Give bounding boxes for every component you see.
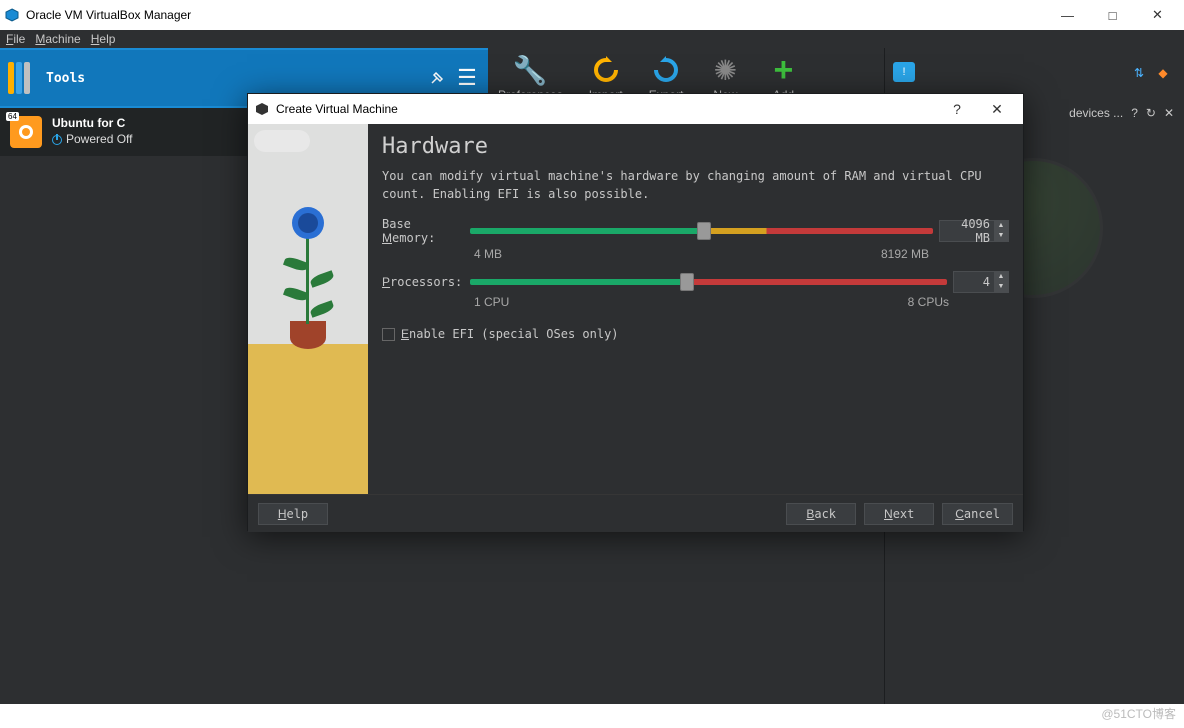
spin-down-icon[interactable]: ▼	[994, 282, 1008, 292]
tag-icon[interactable]: ◆	[1154, 64, 1172, 82]
processors-label: Processors:	[382, 275, 464, 289]
menu-file[interactable]: File	[6, 32, 25, 46]
menu-help[interactable]: Help	[91, 32, 116, 46]
help-button[interactable]: Help	[258, 503, 328, 525]
vm-os-icon: 64	[10, 116, 42, 148]
export-icon	[650, 54, 682, 86]
tools-icon	[8, 62, 46, 94]
arch-badge: 64	[6, 112, 19, 121]
memory-slider[interactable]	[470, 222, 933, 240]
dialog-icon	[254, 101, 270, 117]
processors-value: 4	[954, 275, 994, 289]
sun-icon: ✺	[709, 54, 741, 86]
minimize-button[interactable]: —	[1045, 1, 1090, 29]
dialog-illustration	[248, 124, 368, 494]
next-button[interactable]: Next	[864, 503, 934, 525]
plus-icon: +	[767, 54, 799, 86]
dialog-title: Create Virtual Machine	[276, 102, 937, 116]
cancel-button[interactable]: Cancel	[942, 503, 1013, 525]
processors-spinbox[interactable]: 4 ▲▼	[953, 271, 1009, 293]
refresh-icon[interactable]: ↻	[1146, 106, 1156, 120]
tools-label: Tools	[46, 71, 424, 86]
dialog-description: You can modify virtual machine's hardwar…	[382, 167, 1009, 203]
processors-slider-thumb[interactable]	[680, 273, 694, 291]
processors-max: 8 CPUs	[908, 295, 949, 309]
processors-slider[interactable]	[470, 273, 947, 291]
close-button[interactable]: ✕	[1135, 1, 1180, 29]
spin-down-icon[interactable]: ▼	[994, 231, 1008, 241]
info-icon[interactable]: ?	[1131, 106, 1138, 120]
memory-slider-thumb[interactable]	[697, 222, 711, 240]
efi-label: Enable EFI (special OSes only)	[401, 327, 619, 341]
memory-value: 4096 MB	[940, 217, 994, 245]
import-icon	[590, 54, 622, 86]
memory-max: 8192 MB	[881, 247, 929, 261]
back-button[interactable]: Back	[786, 503, 856, 525]
close-panel-icon[interactable]: ✕	[1164, 106, 1174, 120]
memory-label: Base Memory:	[382, 217, 464, 245]
window-title: Oracle VM VirtualBox Manager	[26, 8, 1045, 22]
dialog-close-button[interactable]: ✕	[977, 95, 1017, 123]
efi-checkbox[interactable]	[382, 328, 395, 341]
menu-bar: File Machine Help	[0, 30, 1184, 48]
memory-spinbox[interactable]: 4096 MB ▲▼	[939, 220, 1009, 242]
app-icon	[4, 7, 20, 23]
watermark: @51CTO博客	[1101, 705, 1176, 722]
power-icon	[52, 135, 62, 145]
memory-min: 4 MB	[474, 247, 502, 261]
dialog-titlebar: Create Virtual Machine ? ✕	[248, 94, 1023, 124]
menu-machine[interactable]: Machine	[35, 32, 80, 46]
dialog-footer: Help Back Next Cancel	[248, 494, 1023, 532]
sort-icon[interactable]: ⇅	[1130, 64, 1148, 82]
spin-up-icon[interactable]: ▲	[994, 221, 1008, 231]
spin-up-icon[interactable]: ▲	[994, 272, 1008, 282]
dialog-heading: Hardware	[382, 134, 1009, 159]
dialog-help-button[interactable]: ?	[937, 95, 977, 123]
processors-min: 1 CPU	[474, 295, 509, 309]
pin-icon[interactable]	[424, 65, 450, 91]
vm-name: Ubuntu for C	[52, 116, 132, 132]
wrench-icon: 🔧	[514, 54, 546, 86]
list-icon[interactable]: ☰	[454, 65, 480, 91]
notification-icon[interactable]: !	[893, 62, 915, 82]
maximize-button[interactable]: □	[1090, 1, 1135, 29]
window-titlebar: Oracle VM VirtualBox Manager — □ ✕	[0, 0, 1184, 30]
create-vm-dialog: Create Virtual Machine ? ✕ Hardware You …	[247, 93, 1024, 531]
efi-checkbox-row[interactable]: Enable EFI (special OSes only)	[382, 327, 1009, 341]
vm-state: Powered Off	[66, 132, 132, 148]
